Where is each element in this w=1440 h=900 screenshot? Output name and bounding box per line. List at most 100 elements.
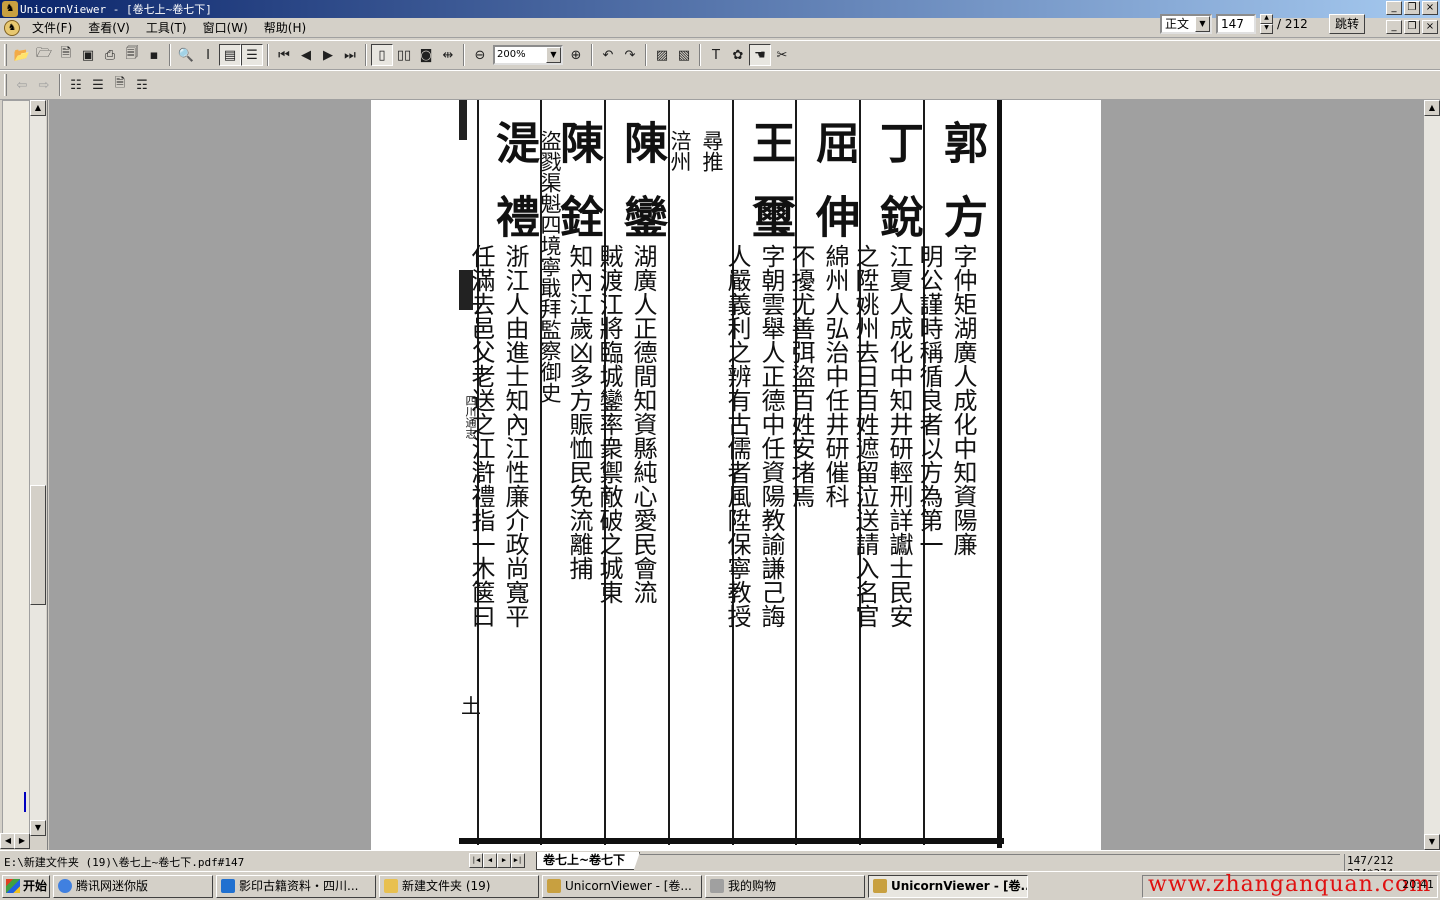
task-label: 影印古籍资料・四川... (239, 878, 359, 893)
biography-text: 字仲矩湖廣人成化中知資陽廉 (949, 244, 977, 556)
back-arrow-icon[interactable]: ⇦ (11, 74, 33, 96)
doc-close-button[interactable]: × (1422, 20, 1438, 34)
forward-arrow-icon[interactable]: ⇨ (33, 74, 55, 96)
chevron-down-icon[interactable]: ▼ (1195, 16, 1210, 32)
bookmark-panel-icon[interactable]: ☰ (241, 44, 263, 66)
menu-help[interactable]: 帮助(H) (256, 18, 314, 38)
text-tool-icon[interactable]: T (705, 44, 727, 66)
tools-icon[interactable]: ✂ (771, 44, 793, 66)
bookmark-hscroll[interactable]: ◀ ▶ (0, 833, 30, 849)
scroll-up-icon[interactable]: ▲ (30, 100, 46, 116)
fit-width-icon[interactable]: ⇹ (437, 44, 459, 66)
scroll-up-icon[interactable]: ▲ (1424, 100, 1440, 116)
view-mode-select[interactable]: 正文 ▼ (1160, 14, 1212, 34)
toolbar-separator (463, 44, 465, 66)
menu-window[interactable]: 窗口(W) (195, 18, 256, 38)
menu-file[interactable]: 文件(F) (24, 18, 80, 38)
task-ie-ancient-books[interactable]: 影印古籍资料・四川... (216, 874, 376, 898)
pan-hand-icon[interactable]: ☚ (749, 44, 771, 66)
scroll-thumb[interactable] (30, 485, 46, 605)
find-icon[interactable]: 🔍 (175, 44, 197, 66)
menu-tools[interactable]: 工具(T) (138, 18, 195, 38)
document-page[interactable]: 四川通志 土 郭方 字仲矩湖廣人成化中知資陽廉 明公謹時稱循良者以方為第一 丁銳 江夏人… (371, 100, 1101, 850)
task-unicornviewer-2[interactable]: UnicornViewer - [卷... (868, 874, 1028, 898)
biography-text: 知內江歲凶多方賑恤民免流離捕 (565, 244, 593, 580)
restore-button[interactable]: ❐ (1404, 1, 1420, 15)
rotate-right-icon[interactable]: ↷ (619, 44, 641, 66)
print-preview-icon[interactable]: 🗐 (121, 44, 143, 66)
task-label: 腾讯网迷你版 (76, 878, 149, 893)
viewer-scrollbar[interactable]: ▲ ▼ (1424, 100, 1440, 850)
doc-restore-button[interactable]: ❐ (1404, 20, 1420, 34)
scroll-right-icon[interactable]: ▶ (14, 833, 30, 849)
toolbar-separator (699, 44, 701, 66)
rotate-left-icon[interactable]: ↶ (597, 44, 619, 66)
biography-text: 任滿去邑父老送之江滸禮指一木箧曰 (467, 244, 495, 628)
save-icon[interactable]: ▪ (143, 44, 165, 66)
chevron-down-icon[interactable]: ▼ (546, 47, 561, 63)
toolbar-grip[interactable] (4, 44, 7, 66)
thumbnail-panel-icon[interactable]: ▤ (219, 44, 241, 66)
collapse-tree-icon[interactable]: ☰ (87, 74, 109, 96)
document-viewer[interactable]: 四川通志 土 郭方 字仲矩湖廣人成化中知資陽廉 明公謹時稱循良者以方為第一 丁銳 江夏人… (49, 100, 1424, 850)
spin-up-icon[interactable]: ▲ (1260, 14, 1273, 24)
zoom-out-icon[interactable]: ⊖ (469, 44, 491, 66)
zoom-in-icon[interactable]: ⊕ (565, 44, 587, 66)
bookmark-page-icon[interactable]: 🗎 (109, 74, 131, 96)
task-tencent[interactable]: 腾讯网迷你版 (53, 874, 213, 898)
bookmark-tree[interactable] (2, 100, 30, 836)
spin-down-icon[interactable]: ▼ (1260, 24, 1273, 34)
page-number-input[interactable]: 147 (1216, 14, 1256, 34)
binding-edge-mark (459, 100, 467, 140)
close-button[interactable]: × (1422, 1, 1438, 15)
scan-icon[interactable]: ▣ (77, 44, 99, 66)
image-export-icon[interactable]: ▧ (673, 44, 695, 66)
two-page-icon[interactable]: ▯▯ (393, 44, 415, 66)
task-unicornviewer-1[interactable]: UnicornViewer - [卷... (542, 874, 702, 898)
unicorn-app-icon[interactable]: ♞ (2, 1, 18, 17)
previous-tab-icon[interactable]: ◀ (483, 853, 497, 868)
document-icon[interactable]: 🗎 (55, 44, 77, 66)
fit-page-icon[interactable]: ◙ (415, 44, 437, 66)
single-page-icon[interactable]: ▯ (371, 44, 393, 66)
cart-icon (710, 879, 724, 893)
first-page-icon[interactable]: ⏮ (273, 44, 295, 66)
page-spinner[interactable]: ▲ ▼ (1260, 14, 1273, 34)
outline-icon[interactable]: ☶ (131, 74, 153, 96)
scroll-down-icon[interactable]: ▼ (30, 820, 46, 836)
task-label: UnicornViewer - [卷... (891, 878, 1028, 893)
bookmark-scrollbar[interactable]: ▲ ▼ (30, 100, 46, 836)
next-tab-icon[interactable]: ▶ (497, 853, 511, 868)
page-total: / 212 (1277, 17, 1308, 31)
scroll-down-icon[interactable]: ▼ (1424, 834, 1440, 850)
open-folder-icon[interactable]: 📂 (11, 44, 33, 66)
next-page-icon[interactable]: ▶ (317, 44, 339, 66)
page-navigator: 正文 ▼ 147 ▲ ▼ / 212 跳转 (1160, 14, 1365, 34)
tab-document[interactable]: 卷七上~卷七下 (536, 852, 641, 870)
text-cursor-icon[interactable]: Ⅰ (197, 44, 219, 66)
last-page-icon[interactable]: ⏭ (339, 44, 361, 66)
open-file-icon[interactable]: 🗁 (33, 44, 55, 66)
task-folder[interactable]: 新建文件夹 (19) (379, 874, 539, 898)
last-tab-icon[interactable]: ▶| (511, 853, 525, 868)
task-label: UnicornViewer - [卷... (565, 878, 692, 893)
go-to-page-button[interactable]: 跳转 (1329, 14, 1365, 34)
start-button[interactable]: 开始 (2, 874, 50, 898)
task-shopping[interactable]: 我的购物 (705, 874, 865, 898)
expand-tree-icon[interactable]: ☷ (65, 74, 87, 96)
toolbar-grip[interactable] (4, 74, 7, 96)
color-icon[interactable]: ✿ (727, 44, 749, 66)
doc-minimize-button[interactable]: _ (1386, 20, 1402, 34)
document-window-controls: _ ❐ × (1386, 20, 1438, 34)
print-icon[interactable]: ⎙ (99, 44, 121, 66)
zoom-select[interactable]: 200% ▼ (493, 45, 563, 65)
menu-view[interactable]: 查看(V) (80, 18, 138, 38)
toolbar-separator (59, 74, 61, 96)
document-system-icon[interactable]: ♞ (4, 19, 20, 36)
column-rule (668, 100, 670, 845)
previous-page-icon[interactable]: ◀ (295, 44, 317, 66)
page-bottom-rule (459, 838, 1004, 844)
image-icon[interactable]: ▨ (651, 44, 673, 66)
minimize-button[interactable]: _ (1386, 1, 1402, 15)
first-tab-icon[interactable]: |◀ (469, 853, 483, 868)
